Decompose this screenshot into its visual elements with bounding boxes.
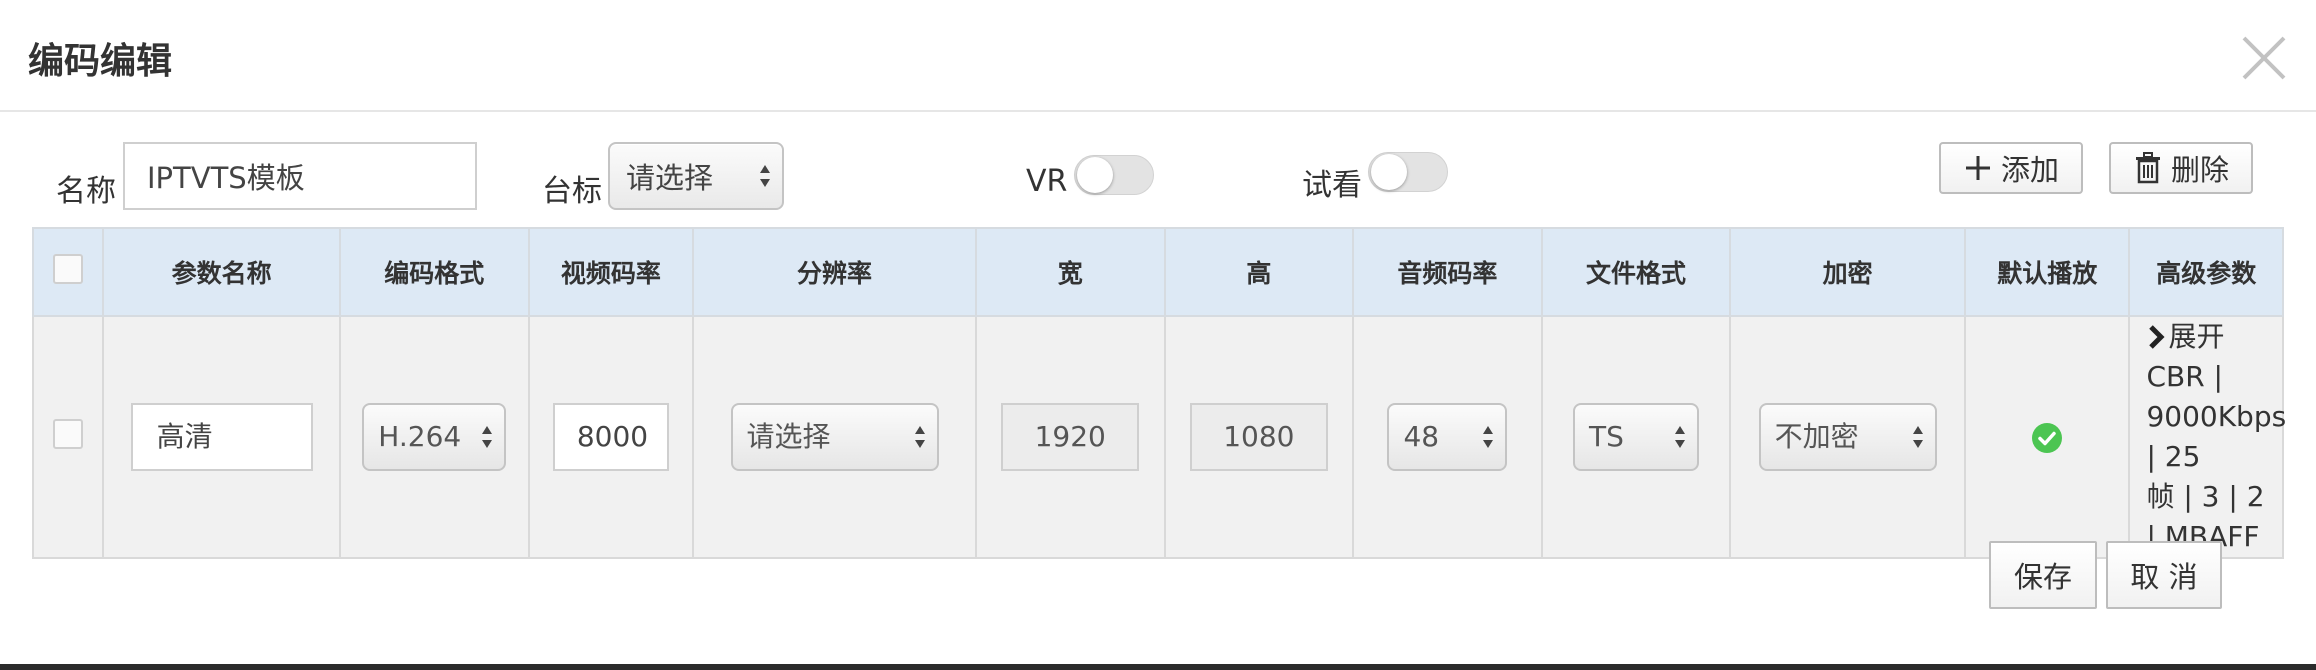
close-icon (2242, 36, 2286, 80)
encryption-select-value: 不加密 (1774, 420, 1859, 453)
window-bottom-edge (0, 664, 2316, 670)
row-checkbox[interactable] (53, 418, 84, 449)
advanced-params-cell: 展开 CBR | 9000Kbps | 25 帧 | 3 | 2 | MBAFF (2128, 315, 2287, 559)
check-circle-icon[interactable] (2031, 422, 2063, 454)
param-name-cell: 高清 (102, 315, 341, 559)
encryption-cell: 不加密 (1729, 315, 1966, 559)
vr-label: VR (1026, 164, 1068, 199)
preview-toggle[interactable] (1368, 152, 1448, 192)
height-input: 1080 (1189, 403, 1328, 471)
trash-icon (2135, 152, 2160, 184)
close-button[interactable] (2236, 30, 2292, 86)
cancel-button-label: 取 消 (2130, 560, 2198, 594)
plus-icon (1965, 156, 1990, 180)
codec-edit-dialog: 编码编辑 名称 IPTVTS模板 台标 请选择 VR 试看 添加 删除 参数名称… (0, 0, 2316, 670)
audio-bitrate-cell: 48 (1352, 315, 1543, 559)
preview-label: 试看 (1302, 168, 1362, 203)
header-video-bitrate: 视频码率 (527, 227, 695, 317)
file-format-cell: TS (1540, 315, 1732, 559)
file-format-select[interactable]: TS (1573, 403, 1700, 471)
expand-toggle[interactable]: 展开 (2146, 317, 2266, 357)
select-arrows-icon (1675, 426, 1686, 448)
header-file-format: 文件格式 (1540, 227, 1732, 317)
default-play-cell (1963, 315, 2131, 559)
codec-cell: H.264 (339, 315, 530, 559)
codec-params-table: 参数名称 编码格式 视频码率 分辨率 宽 高 音频码率 文件格式 加密 默认播放… (31, 227, 2287, 559)
select-arrows-icon (914, 426, 925, 448)
logo-select[interactable]: 请选择 (608, 142, 784, 210)
width-cell: 1920 (974, 315, 1166, 559)
select-arrows-icon (760, 165, 770, 187)
video-bitrate-cell: 8000 (527, 315, 695, 559)
vr-toggle[interactable] (1074, 155, 1154, 195)
dialog-header: 编码编辑 (0, 0, 2316, 112)
header-height: 高 (1163, 227, 1355, 317)
header-param-name: 参数名称 (102, 227, 341, 317)
audio-bitrate-select-value: 48 (1403, 420, 1440, 453)
cancel-button[interactable]: 取 消 (2106, 541, 2222, 609)
select-all-cell (31, 227, 105, 317)
encryption-select[interactable]: 不加密 (1758, 403, 1937, 471)
advanced-summary-line1: CBR | 9000Kbps | 25 (2146, 360, 2287, 473)
select-arrows-icon (1483, 426, 1494, 448)
save-button[interactable]: 保存 (1989, 541, 2097, 609)
delete-button-label: 删除 (2170, 153, 2229, 187)
codec-select[interactable]: H.264 (362, 403, 507, 471)
select-arrows-icon (1912, 426, 1923, 448)
resolution-cell: 请选择 (692, 315, 977, 559)
save-button-label: 保存 (2013, 560, 2072, 594)
chevron-right-icon (2149, 325, 2165, 349)
table-header-row: 参数名称 编码格式 视频码率 分辨率 宽 高 音频码率 文件格式 加密 默认播放… (31, 227, 2284, 317)
select-all-checkbox[interactable] (53, 254, 84, 284)
file-format-select-value: TS (1589, 420, 1624, 453)
logo-label: 台标 (542, 174, 602, 209)
header-encryption: 加密 (1729, 227, 1966, 317)
expand-label: 展开 (2168, 320, 2225, 353)
delete-button[interactable]: 删除 (2109, 142, 2253, 194)
toggle-knob (1371, 154, 1407, 190)
header-width: 宽 (974, 227, 1166, 317)
audio-bitrate-select[interactable]: 48 (1387, 403, 1508, 471)
header-advanced: 高级参数 (2128, 227, 2284, 317)
resolution-select-value: 请选择 (746, 420, 831, 453)
width-input: 1920 (1001, 403, 1140, 471)
height-cell: 1080 (1163, 315, 1355, 559)
dialog-title: 编码编辑 (28, 41, 173, 82)
table-row: 高清 H.264 8000 请选择 1920 1080 48 TS 不加密 展开… (31, 315, 2287, 559)
name-input[interactable]: IPTVTS模板 (123, 142, 477, 210)
video-bitrate-input[interactable]: 8000 (552, 403, 669, 471)
header-codec: 编码格式 (339, 227, 530, 317)
resolution-select[interactable]: 请选择 (730, 403, 939, 471)
header-resolution: 分辨率 (692, 227, 977, 317)
header-audio-bitrate: 音频码率 (1352, 227, 1543, 317)
name-label: 名称 (56, 174, 116, 209)
add-button-label: 添加 (2000, 153, 2059, 187)
add-button[interactable]: 添加 (1939, 142, 2083, 194)
param-name-input[interactable]: 高清 (130, 403, 313, 471)
row-select-cell (31, 315, 105, 559)
logo-select-value: 请选择 (626, 161, 714, 195)
header-default-play: 默认播放 (1963, 227, 2131, 317)
codec-select-value: H.264 (378, 420, 462, 453)
toggle-knob (1077, 157, 1113, 193)
select-arrows-icon (482, 426, 493, 448)
